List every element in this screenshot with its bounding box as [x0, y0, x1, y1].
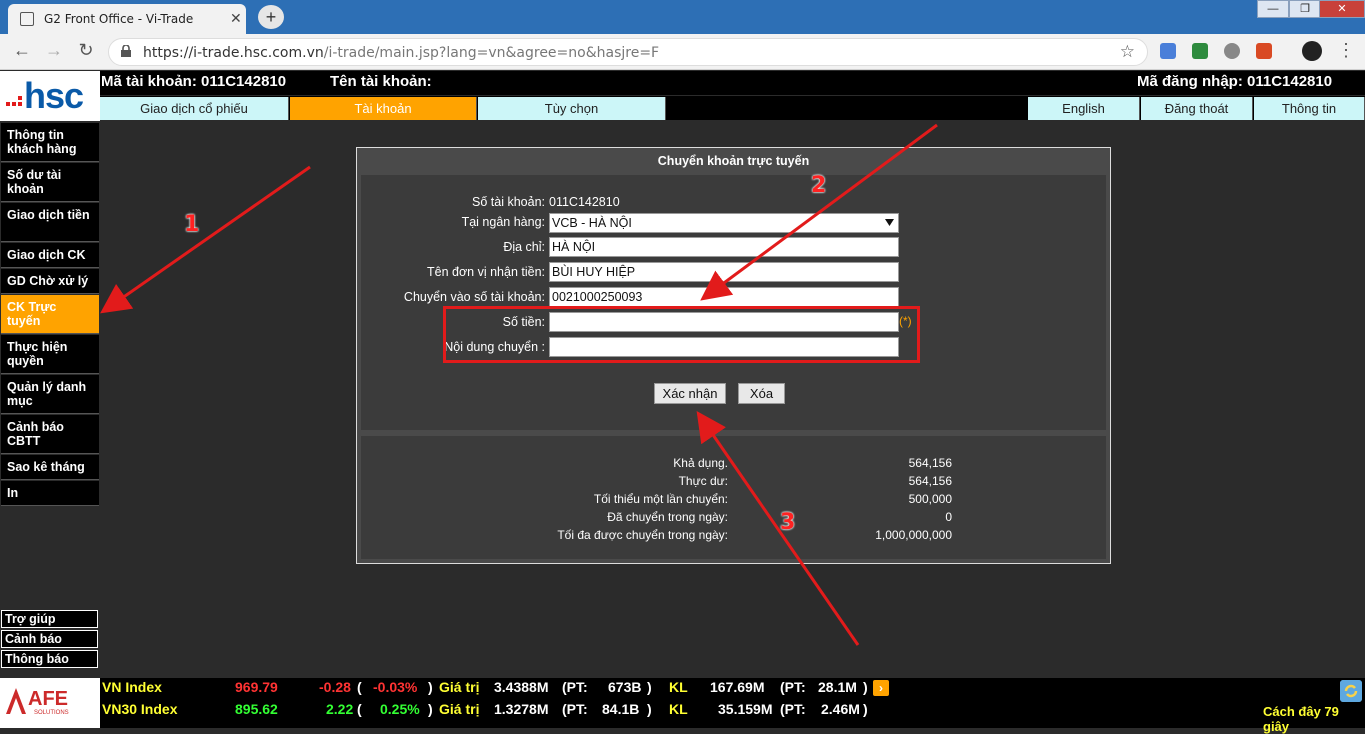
ticker-paren-close: ) — [428, 679, 433, 695]
afe-logo-subtext: SOLUTIONS — [34, 710, 69, 716]
ticker-paren-open: ( — [357, 679, 362, 695]
ticker-pt2-label: (PT: — [780, 679, 806, 695]
ticker-pt-value: 84.1B — [602, 701, 640, 717]
annotation-label-3: 3 — [780, 510, 796, 535]
ticker-pt-value: 673B — [608, 679, 642, 695]
ticker-pt-label: (PT: — [562, 701, 588, 717]
ticker-paren-close-2: ) — [647, 701, 652, 717]
ticker-index-value: 895.62 — [235, 701, 278, 717]
ticker-pt2-label: (PT: — [780, 701, 806, 717]
ticker-paren-close-2: ) — [647, 679, 652, 695]
annotation-label-1: 1 — [184, 212, 200, 237]
ticker-index-name: VN30 Index — [102, 701, 178, 717]
arrow-3 — [696, 411, 860, 646]
ticker-pt-label: (PT: — [562, 679, 588, 695]
ticker-trade-value: 1.3278M — [494, 701, 549, 717]
ticker-paren-close: ) — [428, 701, 433, 717]
ticker-paren-open: ( — [357, 701, 362, 717]
ticker-paren-close-3: ) — [863, 679, 868, 695]
ticker-index-value: 969.79 — [235, 679, 278, 695]
ticker-value-label: Giá trị — [439, 701, 480, 717]
ticker-value-label: Giá trị — [439, 679, 480, 695]
last-updated-text: Cách đây 79 giây — [1263, 704, 1339, 734]
afe-logo-text: AFE — [28, 688, 68, 710]
afe-logo: AFE SOLUTIONS — [0, 678, 100, 728]
annotation-arrows — [100, 123, 938, 646]
afe-mark-icon — [6, 688, 26, 714]
ticker-kl-label: KL — [669, 701, 688, 717]
ticker-pt2-value: 28.1M — [818, 679, 857, 695]
ticker-index-name: VN Index — [102, 679, 162, 695]
ticker-pt2-value: 2.46M — [821, 701, 860, 717]
ticker-change-pct: 0.25% — [380, 701, 420, 717]
ticker-kl-label: KL — [669, 679, 688, 695]
annotation-label-2: 2 — [811, 173, 827, 198]
ticker-volume: 35.159M — [718, 701, 773, 717]
arrow-2 — [700, 123, 938, 301]
ticker-paren-close-3: ) — [863, 701, 868, 717]
ticker-trade-value: 3.4388M — [494, 679, 549, 695]
refresh-icon[interactable] — [1340, 680, 1362, 702]
ticker-volume: 167.69M — [710, 679, 765, 695]
chevron-right-icon[interactable]: › — [873, 680, 889, 696]
ticker-change: 2.22 — [326, 701, 354, 717]
arrow-1 — [100, 165, 311, 314]
ticker-change-pct: -0.03% — [373, 679, 418, 695]
ticker-change: -0.28 — [319, 679, 351, 695]
